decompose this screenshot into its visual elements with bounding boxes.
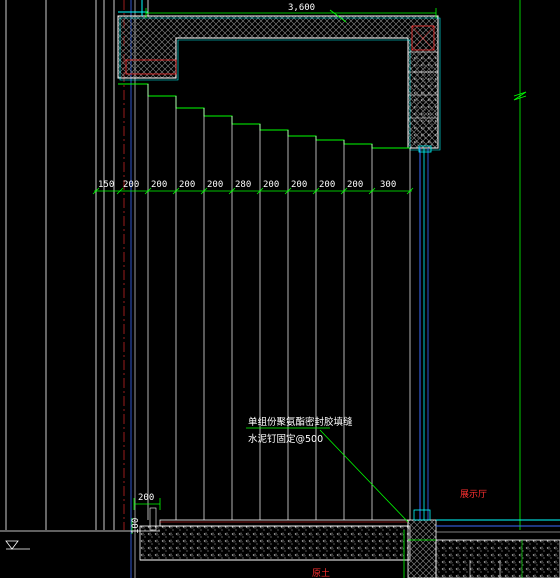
- note-line-1: 单组份聚氨酯密封胶填缝: [248, 416, 353, 428]
- top-dimension-text: 3,600: [288, 3, 315, 13]
- spacing-dim-2: 200: [123, 180, 139, 190]
- spacing-dim-6: 280: [235, 180, 251, 190]
- step-dim-text: 200: [138, 493, 154, 503]
- annotation-note: 单组份聚氨酯密封胶填缝 水泥钉固定@500: [246, 416, 409, 523]
- spacing-dim-8: 200: [291, 180, 307, 190]
- spacing-dim-11: 300: [380, 180, 396, 190]
- height-dim-text: 100: [131, 518, 141, 534]
- cad-section-drawing: 3,600 150 200 200 200 200 280 200 200 20…: [0, 0, 560, 578]
- spacing-dim-3: 200: [151, 180, 167, 190]
- room-label: 展示厅: [460, 489, 487, 500]
- spacing-dimension-row: 150 200 200 200 200 280 200 200 200 200 …: [92, 180, 414, 195]
- spacing-dim-4: 200: [179, 180, 195, 190]
- left-frame-lines: [5, 0, 136, 578]
- spacing-dim-5: 200: [207, 180, 223, 190]
- level-marker: [5, 540, 30, 550]
- note-line-2: 水泥钉固定@500: [248, 433, 323, 445]
- spacing-dim-1: 150: [98, 180, 114, 190]
- bottom-label: 原土: [312, 567, 330, 578]
- hanging-lines: [147, 84, 411, 520]
- stepped-ceiling-profile: [118, 83, 410, 149]
- spacing-dim-7: 200: [263, 180, 279, 190]
- spacing-dim-9: 200: [319, 180, 335, 190]
- ceiling-box-section: [117, 0, 441, 151]
- floor-section: [0, 507, 560, 578]
- spacing-dim-10: 200: [347, 180, 363, 190]
